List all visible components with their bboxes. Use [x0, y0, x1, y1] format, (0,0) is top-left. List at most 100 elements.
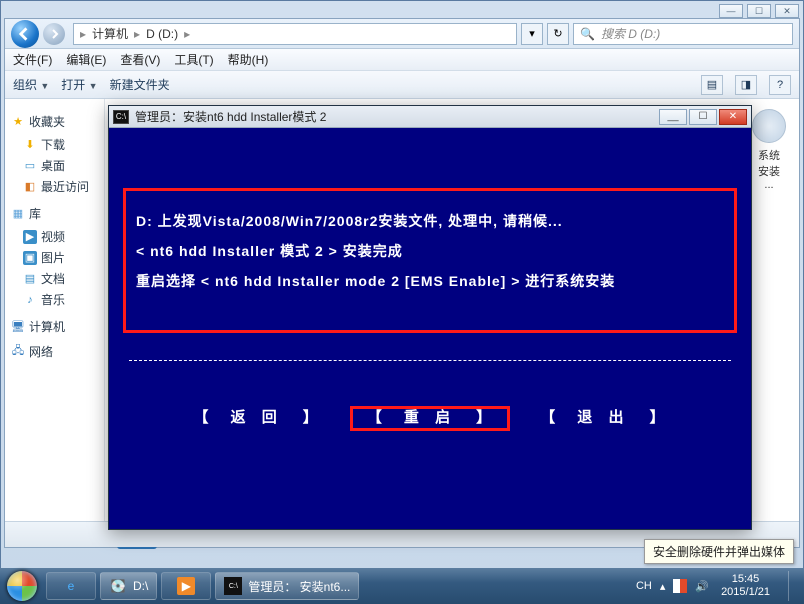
sidebar-item-pictures[interactable]: ▣图片	[9, 247, 100, 268]
explorer-menubar: 文件(F) 编辑(E) 查看(V) 工具(T) 帮助(H)	[5, 49, 799, 71]
computer-icon: 🖥	[11, 320, 25, 334]
library-icon: ▦	[11, 207, 25, 221]
file-label-line2: 安装	[749, 163, 789, 179]
console-reboot-button[interactable]: 【重 启】	[350, 406, 510, 431]
breadcrumb-computer[interactable]: 计算机	[92, 25, 128, 42]
preview-pane-button[interactable]: ◨	[735, 75, 757, 95]
address-dropdown-button[interactable]: ▾	[521, 23, 543, 45]
console-buttons: 【返 回】 【重 启】 【退 出】	[109, 406, 751, 427]
bracket-left-icon: 【	[540, 409, 557, 426]
sidebar-item-desktop[interactable]: ▭桌面	[9, 155, 100, 176]
bracket-right-icon: 】	[649, 409, 666, 426]
explorer-navbar: ▸ 计算机 ▸ D (D:) ▸ ▾ ↻ 🔍 搜索 D (D:)	[5, 19, 799, 49]
breadcrumb-sep-icon: ▸	[80, 27, 86, 41]
star-icon: ★	[11, 115, 25, 129]
console-highlight-box: D: 上发现Vista/2008/Win7/2008r2安装文件, 处理中, 请…	[123, 188, 737, 333]
console-window: C:\ 管理员： 安装nt6 hdd Installer模式 2 __ ☐ ✕ …	[108, 105, 752, 530]
disc-icon	[752, 109, 786, 143]
flag-icon[interactable]	[673, 579, 687, 593]
file-item-iso[interactable]: 系统 安装 ...	[749, 109, 789, 191]
clock-date: 2015/1/21	[721, 586, 770, 599]
console-line-1: D: 上发现Vista/2008/Win7/2008r2安装文件, 处理中, 请…	[136, 211, 724, 231]
explorer-sidebar: ★收藏夹 ⬇下载 ▭桌面 ◧最近访问 ▦库 ▶视频 ▣图片 ▤文档 ♪音乐 🖥计…	[5, 99, 105, 521]
desktop-icon: ▭	[23, 159, 37, 173]
sidebar-item-music[interactable]: ♪音乐	[9, 289, 100, 310]
refresh-button[interactable]: ↻	[547, 23, 569, 45]
tray-expand-button[interactable]: ▴	[660, 580, 666, 593]
sidebar-item-documents[interactable]: ▤文档	[9, 268, 100, 289]
document-icon: ▤	[23, 272, 37, 286]
outer-minimize-button[interactable]: —	[719, 4, 743, 18]
nav-forward-button[interactable]	[43, 23, 65, 45]
outer-maximize-button[interactable]: ☐	[747, 4, 771, 18]
tray-balloon-tip[interactable]: 安全删除硬件并弹出媒体	[644, 539, 794, 564]
outer-close-button[interactable]: ✕	[775, 4, 799, 18]
ie-icon: e	[62, 577, 80, 595]
toolbar-open[interactable]: 打开 ▼	[61, 76, 97, 93]
chevron-down-icon: ▼	[40, 81, 49, 91]
system-tray: CH ▴ 🔊 15:45 2015/1/21	[636, 571, 798, 601]
breadcrumb-sep-icon: ▸	[134, 27, 140, 41]
console-exit-button[interactable]: 退 出	[577, 409, 629, 426]
taskbar-ie-button[interactable]: e	[46, 572, 96, 600]
menu-tools[interactable]: 工具(T)	[174, 51, 213, 68]
nav-back-button[interactable]	[11, 20, 39, 48]
view-mode-button[interactable]: ▤	[701, 75, 723, 95]
chevron-down-icon: ▼	[89, 81, 98, 91]
breadcrumb-drive[interactable]: D (D:)	[146, 27, 178, 41]
start-button[interactable]	[0, 568, 44, 604]
taskbar-console-button[interactable]: C:\管理员： 安装nt6...	[215, 572, 359, 600]
menu-file[interactable]: 文件(F)	[13, 51, 52, 68]
console-maximize-button[interactable]: ☐	[689, 109, 717, 125]
bracket-right-icon: 】	[303, 409, 320, 426]
sidebar-item-videos[interactable]: ▶视频	[9, 226, 100, 247]
video-icon: ▶	[23, 230, 37, 244]
sidebar-item-downloads[interactable]: ⬇下载	[9, 134, 100, 155]
console-line-2: < nt6 hdd Installer 模式 2 > 安装完成	[136, 241, 724, 261]
console-title-text: 安装nt6 hdd Installer模式 2	[183, 108, 326, 125]
taskbar-explorer-button[interactable]: 💽D:\	[100, 572, 157, 600]
clock-time: 15:45	[721, 573, 770, 586]
media-icon: ▶	[177, 577, 195, 595]
menu-view[interactable]: 查看(V)	[120, 51, 160, 68]
sidebar-favorites[interactable]: ★收藏夹	[11, 113, 100, 130]
tray-clock[interactable]: 15:45 2015/1/21	[721, 573, 770, 599]
cmd-icon: C:\	[224, 577, 242, 595]
console-close-button[interactable]: ✕	[719, 109, 747, 125]
picture-icon: ▣	[23, 251, 37, 265]
console-titlebar[interactable]: C:\ 管理员： 安装nt6 hdd Installer模式 2 __ ☐ ✕	[109, 106, 751, 128]
breadcrumb-sep-icon: ▸	[184, 27, 190, 41]
console-line-3: 重启选择 < nt6 hdd Installer mode 2 [EMS Ena…	[136, 271, 724, 291]
search-icon: 🔍	[580, 27, 595, 41]
sidebar-libraries[interactable]: ▦库	[11, 205, 100, 222]
console-body: D: 上发现Vista/2008/Win7/2008r2安装文件, 处理中, 请…	[109, 128, 751, 529]
file-label-line1: 系统	[749, 147, 789, 163]
console-minimize-button[interactable]: __	[659, 109, 687, 125]
search-input[interactable]: 🔍 搜索 D (D:)	[573, 23, 793, 45]
console-title-prefix: 管理员：	[135, 108, 183, 125]
taskbar-media-button[interactable]: ▶	[161, 572, 211, 600]
explorer-toolbar: 组织 ▼ 打开 ▼ 新建文件夹 ▤ ◨ ?	[5, 71, 799, 99]
windows-orb-icon	[7, 571, 37, 601]
address-bar[interactable]: ▸ 计算机 ▸ D (D:) ▸	[73, 23, 517, 45]
taskbar: e 💽D:\ ▶ C:\管理员： 安装nt6... CH ▴ 🔊 15:45 2…	[0, 568, 804, 604]
menu-help[interactable]: 帮助(H)	[228, 51, 269, 68]
help-button[interactable]: ?	[769, 75, 791, 95]
show-desktop-button[interactable]	[788, 571, 798, 601]
menu-edit[interactable]: 编辑(E)	[66, 51, 106, 68]
music-icon: ♪	[23, 293, 37, 307]
tray-volume-icon[interactable]: 🔊	[695, 580, 709, 593]
sidebar-network[interactable]: 🖧网络	[11, 343, 100, 360]
toolbar-new-folder[interactable]: 新建文件夹	[110, 76, 170, 93]
bracket-left-icon: 【	[194, 409, 211, 426]
sidebar-item-recent[interactable]: ◧最近访问	[9, 176, 100, 197]
search-placeholder: 搜索 D (D:)	[601, 25, 660, 42]
sidebar-computer[interactable]: 🖥计算机	[11, 318, 100, 335]
network-icon: 🖧	[11, 345, 25, 359]
console-back-button[interactable]: 返 回	[231, 409, 283, 426]
file-label-line3: ...	[749, 179, 789, 191]
console-divider	[129, 360, 731, 361]
toolbar-organize[interactable]: 组织 ▼	[13, 76, 49, 93]
tray-lang-indicator[interactable]: CH	[636, 580, 652, 592]
drive-icon: 💽	[109, 577, 127, 595]
